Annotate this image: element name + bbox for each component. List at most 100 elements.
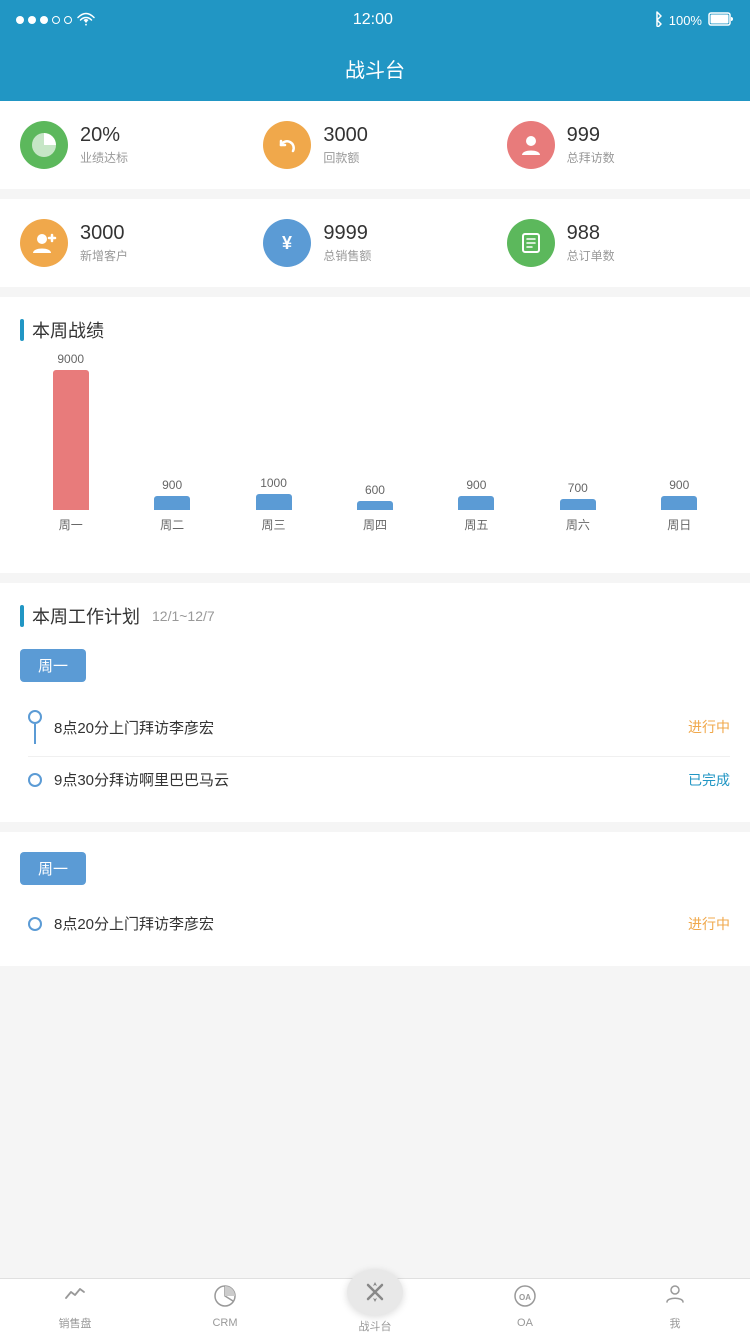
plan-item-1-2[interactable]: 9点30分拜访啊里巴巴马云 已完成 <box>28 757 730 802</box>
chart-title: 本周战绩 <box>20 317 730 343</box>
bar-value-6: 900 <box>669 478 689 492</box>
plan-day-1: 周一 8点20分上门拜访李彦宏 进行中 9点30分拜访啊里巴巴马云 已完成 <box>20 649 730 802</box>
bar-group-2: 1000周三 <box>223 343 324 533</box>
timeline-3 <box>28 917 42 931</box>
nav-crm-icon <box>213 1284 237 1314</box>
nav-sales[interactable]: 销售盘 <box>0 1279 150 1334</box>
stat-performance-text: 20% 业绩达标 <box>80 124 128 166</box>
bar-rect-1 <box>154 496 190 510</box>
signal-dots <box>16 16 72 24</box>
plan-day-badge-1: 周一 <box>20 649 86 682</box>
nav-oa-icon: OA <box>513 1284 537 1314</box>
battery-percentage: 100% <box>669 13 702 28</box>
bar-label-6: 周日 <box>667 516 691 533</box>
plan-section-1: 本周工作计划 12/1~12/7 周一 8点20分上门拜访李彦宏 进行中 9点3… <box>0 583 750 822</box>
plan-section-2: 周一 8点20分上门拜访李彦宏 进行中 <box>0 832 750 966</box>
bar-value-2: 1000 <box>260 476 287 490</box>
plan-item-1-1[interactable]: 8点20分上门拜访李彦宏 进行中 <box>28 698 730 757</box>
stat-total-sales-text: 9999 总销售额 <box>323 222 371 264</box>
stat-new-clients[interactable]: 3000 新增客户 <box>10 219 253 267</box>
bluetooth-icon <box>651 11 663 30</box>
refresh-icon <box>263 121 311 169</box>
stat-total-orders-value: 988 <box>567 222 615 245</box>
bar-value-3: 600 <box>365 483 385 497</box>
stats-row-1: 20% 业绩达标 3000 回款额 999 总拜访数 <box>0 101 750 189</box>
chart-bars: 9000周一900周二1000周三600周四900周五700周六900周日 <box>20 363 730 563</box>
bar-group-1: 900周二 <box>121 343 222 533</box>
svg-text:¥: ¥ <box>282 233 292 253</box>
stats-row-2: 3000 新增客户 ¥ 9999 总销售额 988 总订单数 <box>0 199 750 287</box>
wifi-icon <box>77 12 95 29</box>
chart-title-text: 本周战绩 <box>32 317 104 343</box>
timeline-1 <box>28 710 42 744</box>
nav-battle[interactable]: 战斗台 <box>300 1279 450 1334</box>
stat-visits[interactable]: 999 总拜访数 <box>497 121 740 169</box>
plan-day-badge-2: 周一 <box>20 852 86 885</box>
plan-item-1-2-status: 已完成 <box>688 770 730 790</box>
bar-group-3: 600周四 <box>324 343 425 533</box>
status-time: 12:00 <box>353 11 393 29</box>
stat-total-orders[interactable]: 988 总订单数 <box>497 219 740 267</box>
plan-item-2-1[interactable]: 8点20分上门拜访李彦宏 进行中 <box>28 901 730 946</box>
status-left <box>16 12 95 29</box>
plan-item-2-1-text: 8点20分上门拜访李彦宏 <box>54 913 676 934</box>
bar-group-5: 700周六 <box>527 343 628 533</box>
dot3 <box>40 16 48 24</box>
bar-rect-5 <box>560 499 596 510</box>
plan-title-text: 本周工作计划 <box>32 603 140 629</box>
yen-icon: ¥ <box>263 219 311 267</box>
bar-group-6: 900 周日 <box>629 343 730 533</box>
stat-new-clients-value: 3000 <box>80 222 128 245</box>
stat-total-sales[interactable]: ¥ 9999 总销售额 <box>253 219 496 267</box>
dot2 <box>28 16 36 24</box>
battery-icon <box>708 12 734 29</box>
stat-refund-value: 3000 <box>323 124 368 147</box>
stat-refund[interactable]: 3000 回款额 <box>253 121 496 169</box>
nav-sales-label: 销售盘 <box>59 1315 92 1331</box>
bar-label-0: 周一 <box>59 516 83 533</box>
nav-me-icon <box>663 1282 687 1312</box>
page-header: 战斗台 <box>0 40 750 101</box>
bar-group-4: 900 周五 <box>426 343 527 533</box>
plan-item-1-1-status: 进行中 <box>688 717 730 737</box>
list-icon <box>507 219 555 267</box>
plan-item-1-2-text: 9点30分拜访啊里巴巴马云 <box>54 769 676 790</box>
stat-total-sales-value: 9999 <box>323 222 371 245</box>
title-bar <box>20 319 24 341</box>
svg-text:OA: OA <box>519 1293 531 1302</box>
bar-rect-2 <box>256 494 292 510</box>
nav-crm[interactable]: CRM <box>150 1279 300 1334</box>
bar-label-4: 周五 <box>464 516 488 533</box>
bar-value-5: 700 <box>568 481 588 495</box>
add-person-icon <box>20 219 68 267</box>
plan-items-1: 8点20分上门拜访李彦宏 进行中 9点30分拜访啊里巴巴马云 已完成 <box>20 698 730 802</box>
plan-items-2: 8点20分上门拜访李彦宏 进行中 <box>20 901 730 946</box>
timeline-line-1 <box>34 724 36 744</box>
plan-title-bar <box>20 605 24 627</box>
nav-battle-btn[interactable] <box>347 1269 403 1315</box>
stat-visits-text: 999 总拜访数 <box>567 124 615 166</box>
nav-oa-label: OA <box>517 1317 533 1329</box>
nav-oa[interactable]: OA OA <box>450 1279 600 1334</box>
person-icon <box>507 121 555 169</box>
bar-value-0: 9000 <box>57 352 84 366</box>
bar-value-4: 900 <box>466 478 486 492</box>
dot1 <box>16 16 24 24</box>
stat-refund-text: 3000 回款额 <box>323 124 368 166</box>
timeline-dot-2 <box>28 773 42 787</box>
stat-new-clients-label: 新增客户 <box>80 247 128 264</box>
timeline-2 <box>28 773 42 787</box>
stat-visits-label: 总拜访数 <box>567 149 615 166</box>
stat-performance[interactable]: 20% 业绩达标 <box>10 121 253 169</box>
plan-item-1-1-text: 8点20分上门拜访李彦宏 <box>54 717 676 738</box>
stat-new-clients-text: 3000 新增客户 <box>80 222 128 264</box>
bar-label-1: 周二 <box>160 516 184 533</box>
nav-sales-icon <box>63 1282 87 1312</box>
bottom-nav: 销售盘 CRM 战斗台 OA OA <box>0 1278 750 1334</box>
dot5 <box>64 16 72 24</box>
stat-refund-label: 回款额 <box>323 149 368 166</box>
nav-me[interactable]: 我 <box>600 1279 750 1334</box>
page-title: 战斗台 <box>345 60 405 82</box>
pie-icon <box>20 121 68 169</box>
bar-rect-3 <box>357 501 393 510</box>
